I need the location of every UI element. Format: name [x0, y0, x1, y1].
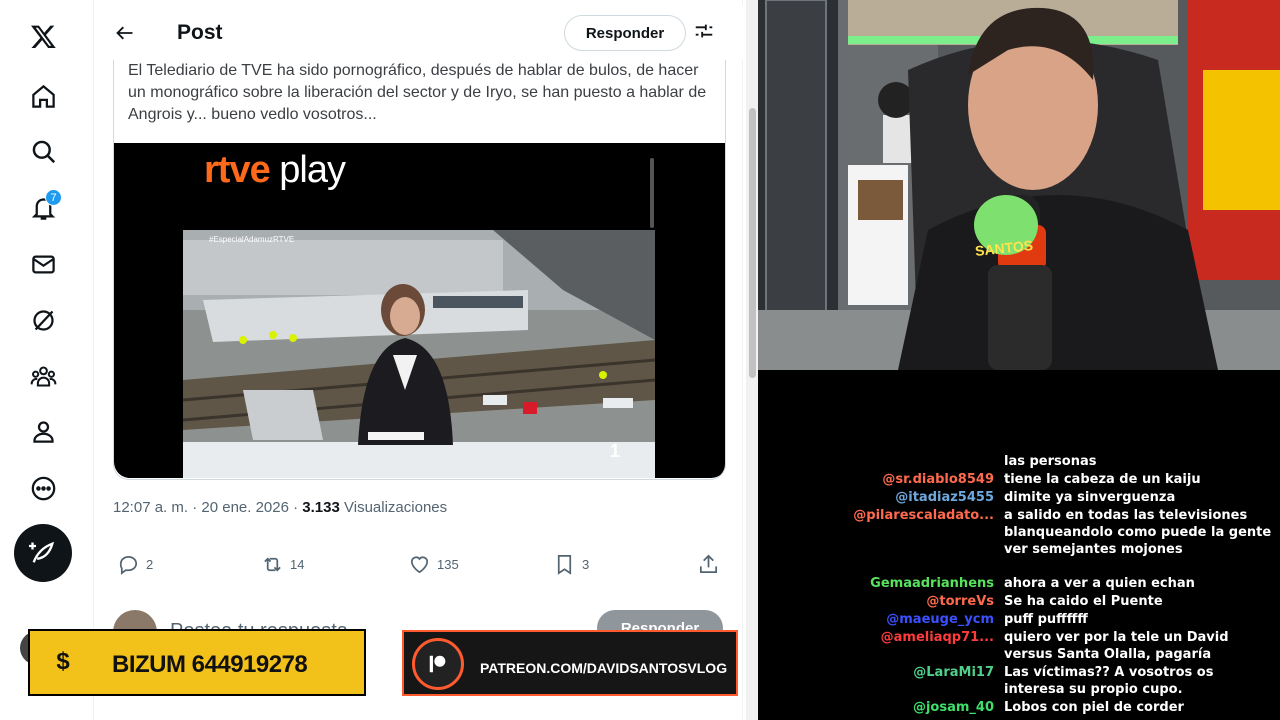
chat-username[interactable]: @pilarescaladato... [758, 507, 994, 524]
reply-count: 2 [146, 556, 154, 572]
views-label: Visualizaciones [339, 499, 448, 516]
chat-username[interactable]: Gemaadrianhens [758, 575, 994, 592]
quoted-post-card[interactable]: El Telediario de TVE ha sido pornográfic… [113, 52, 726, 480]
video-player[interactable]: rtve play #EspecialAdamuzRTVE 1 [114, 143, 725, 478]
chat-text: Se ha caido el Puente [1004, 594, 1163, 609]
search-icon[interactable] [22, 130, 64, 172]
profile-icon[interactable] [22, 410, 64, 452]
chat-text: puff puffffff [1004, 612, 1088, 627]
chat-username[interactable]: @torreVs [758, 593, 994, 610]
chat-text: tiene la cabeza de un kaiju [1004, 472, 1201, 487]
sidebar: 7 [0, 0, 94, 720]
chat-text: dimite ya sinverguenza [1004, 490, 1176, 505]
video-counter: 1 [610, 441, 621, 461]
repost-count: 14 [290, 556, 305, 572]
like-action[interactable]: 135 [408, 551, 459, 577]
chat-text: ahora a ver a quien echan [1004, 576, 1195, 591]
x-post-window: 7 El Telediario de TVE ha sido pornográf… [0, 0, 758, 720]
reply-header-button[interactable]: Responder [564, 15, 686, 51]
patreon-label: PATREON.COM/DAVIDSANTOSVLOG [480, 660, 728, 676]
repost-action[interactable]: 14 [261, 551, 304, 577]
bizum-icon: $ [44, 643, 82, 681]
bookmark-count: 3 [582, 556, 590, 572]
bookmark-icon [557, 554, 572, 575]
x-logo-icon[interactable] [22, 15, 64, 57]
patreon-icon [412, 638, 464, 690]
back-button[interactable] [109, 17, 141, 49]
like-count: 135 [437, 556, 459, 572]
post-time[interactable]: 12:07 a. m. · 20 ene. 2026 · [113, 499, 302, 516]
chat-text: las personas [1004, 454, 1097, 469]
post-header: Post Responder [95, 5, 743, 60]
bizum-banner: $ BIZUM 644919278 [28, 629, 366, 696]
compose-post-button[interactable] [14, 524, 72, 582]
repost-icon [264, 557, 281, 571]
chat-username[interactable]: @itadiaz5455 [758, 489, 994, 506]
communities-icon[interactable] [22, 355, 64, 397]
chat-username[interactable]: @ameliaqp71... [758, 629, 994, 646]
bookmark-action[interactable]: 3 [553, 551, 589, 577]
notification-badge: 7 [45, 189, 62, 206]
grok-icon[interactable] [22, 299, 64, 341]
reply-action[interactable]: 2 [117, 551, 153, 577]
home-icon[interactable] [22, 75, 64, 117]
chat-text: Lobos con piel de corder [1004, 700, 1184, 715]
views-count: 3.133 [302, 499, 340, 516]
scrollbar[interactable] [746, 0, 758, 720]
quoted-post-text: El Telediario de TVE ha sido pornográfic… [128, 62, 707, 123]
chat-text: a salido en todas las televisiones blanq… [1004, 508, 1272, 557]
chat-username[interactable]: @josam_40 [758, 699, 994, 716]
stream-chat: las personas @sr.diablo8549 tiene la cabez… [758, 370, 1280, 720]
chat-username[interactable]: @maeuge_ycm [758, 611, 994, 628]
chat-text: quiero ver por la tele un David versus S… [1004, 630, 1229, 662]
chat-username[interactable]: @LaraMi17 [758, 664, 994, 681]
webcam-feed: SANTOS [758, 0, 1280, 370]
bizum-label: BIZUM 644919278 [112, 651, 308, 678]
messages-icon[interactable] [22, 243, 64, 285]
news-broadcast-frame: #EspecialAdamuzRTVE [183, 230, 655, 478]
broadcast-hashtag: #EspecialAdamuzRTVE [209, 235, 295, 244]
heart-icon [410, 556, 429, 573]
patreon-banner: PATREON.COM/DAVIDSANTOSVLOG [402, 630, 738, 696]
scrollbar-thumb[interactable] [749, 108, 756, 378]
page-title: Post [177, 21, 223, 44]
video-scroll-indicator [650, 158, 654, 228]
chat-username[interactable]: @sr.diablo8549 [758, 471, 994, 488]
post-column: El Telediario de TVE ha sido pornográfic… [95, 0, 743, 720]
post-meta: 12:07 a. m. · 20 ene. 2026 · 3.133 Visua… [113, 499, 447, 516]
chat-text: Las víctimas?? A vosotros os interesa su… [1004, 665, 1214, 697]
sliders-icon[interactable] [693, 20, 719, 46]
share-icon[interactable] [697, 551, 720, 577]
rtve-play-logo: rtve play [204, 149, 346, 191]
more-icon[interactable] [22, 467, 64, 509]
reply-icon [119, 555, 138, 575]
